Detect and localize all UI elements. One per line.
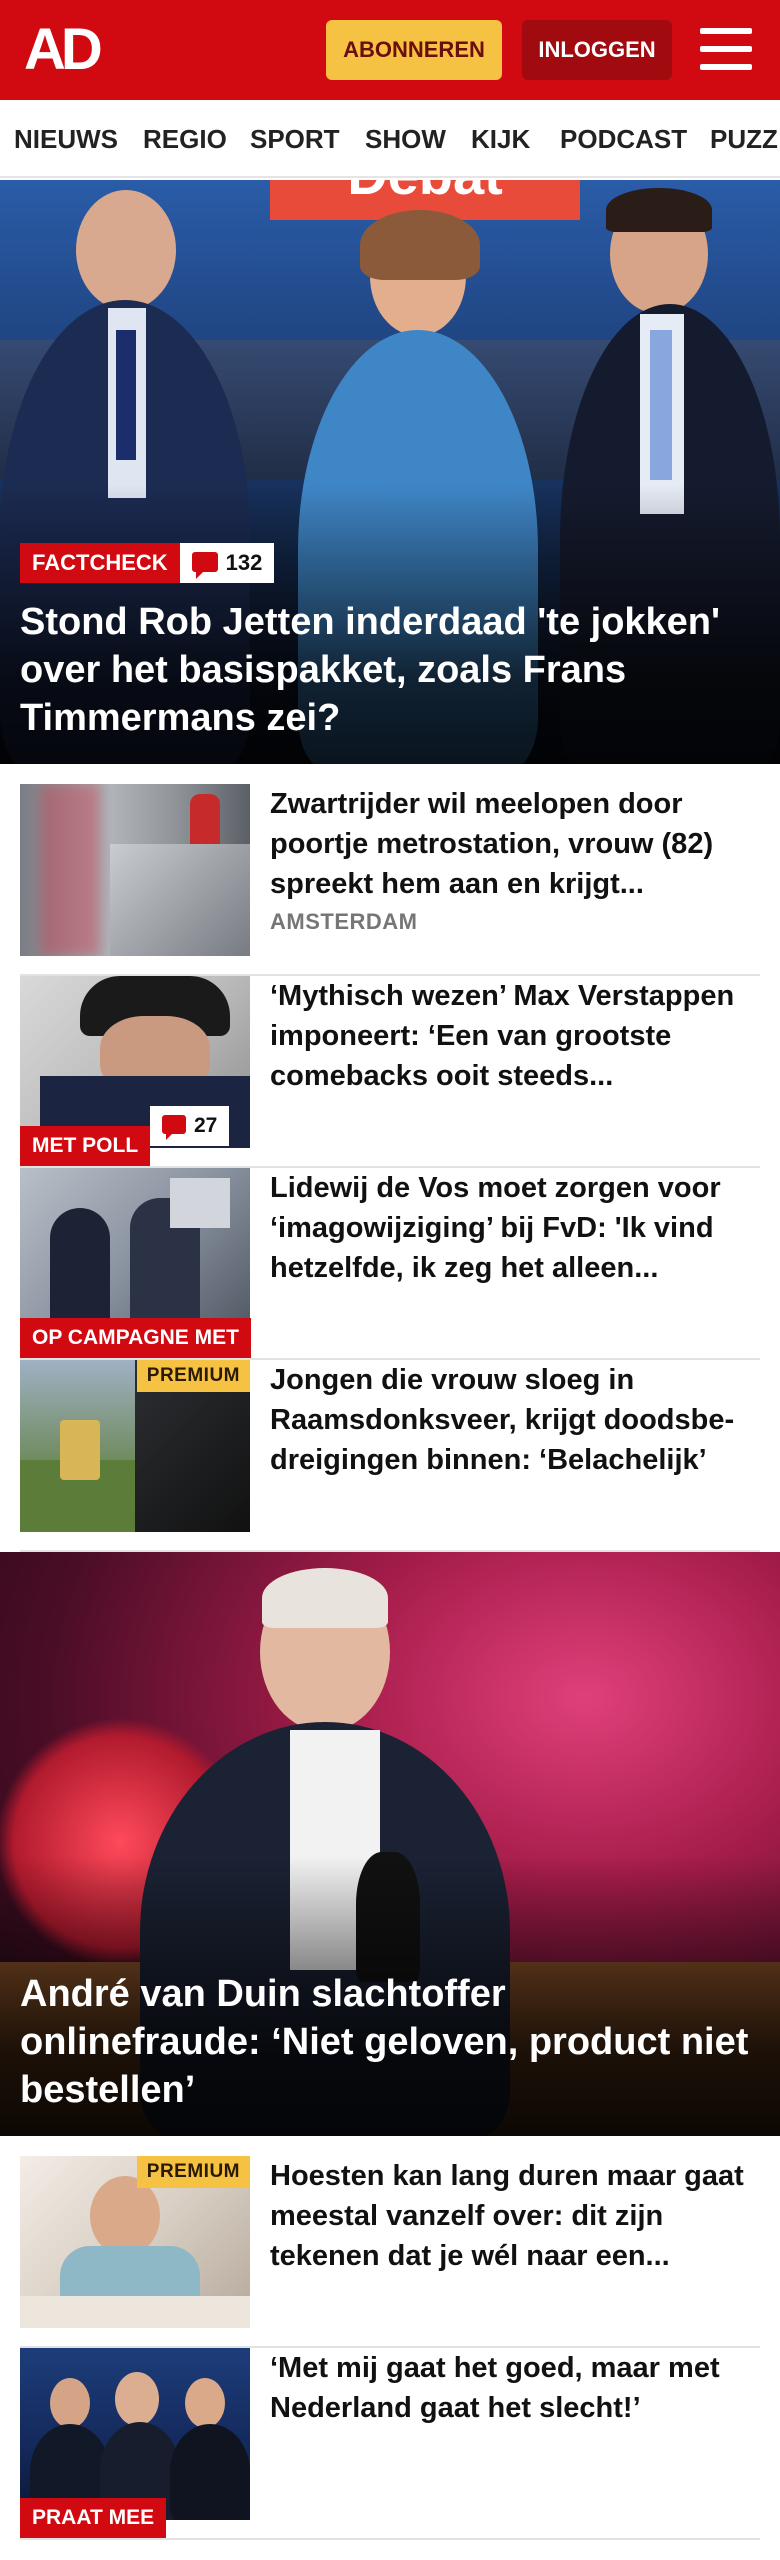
hamburger-menu-icon[interactable] xyxy=(700,26,752,72)
nav-item-sport[interactable]: SPORT xyxy=(250,100,340,176)
section-nav: NIEUWS REGIO SPORT SHOW KIJK PODCAST PUZ… xyxy=(0,100,780,178)
article-title[interactable]: Zwartrijder wil meelopen door poortje me… xyxy=(270,784,760,904)
login-button[interactable]: INLOGGEN xyxy=(522,20,672,80)
hero-article[interactable]: Debat FACTCHECK132 Stond Rob Jetten inde… xyxy=(0,180,780,764)
list-item[interactable]: PREMIUM Hoesten kan lang duren maar gaat… xyxy=(20,2156,760,2348)
discussion-tag: PRAAT MEE xyxy=(20,2498,167,2538)
list-item[interactable]: Zwartrijder wil meelopen door poortje me… xyxy=(20,784,760,976)
article-title[interactable]: Hoesten kan lang duren maar gaat meestal… xyxy=(270,2156,760,2276)
nav-item-podcast[interactable]: PODCAST xyxy=(560,100,687,176)
ad-logo[interactable]: AD xyxy=(24,21,103,79)
nav-item-puzzels[interactable]: PUZZ xyxy=(710,100,778,176)
article-thumbnail xyxy=(20,2348,250,2520)
hero-title[interactable]: André van Duin slachtoffer onlinefraude:… xyxy=(20,1970,756,2114)
top-bar: AD ABONNEREN INLOGGEN xyxy=(0,0,780,100)
list-item[interactable]: PREMIUM Jongen die vrouw sloeg in Raamsd… xyxy=(20,1360,760,1552)
comment-count-value: 27 xyxy=(194,1114,218,1137)
nav-item-kijk[interactable]: KIJK xyxy=(471,100,530,176)
hero-title[interactable]: Stond Rob Jetten inderdaad 'te jokken' o… xyxy=(20,598,756,742)
article-title[interactable]: ‘Mythisch wezen’ Max Verstappen imponeer… xyxy=(270,976,760,1096)
hero-tags: FACTCHECK 132 xyxy=(20,543,275,583)
poll-tag: MET POLL xyxy=(20,1126,151,1166)
subscribe-button[interactable]: ABONNEREN xyxy=(326,20,502,80)
article-title[interactable]: ‘Met mij gaat het goed, maar met Nederla… xyxy=(270,2348,760,2428)
comment-count-value: 132 xyxy=(225,550,263,575)
nav-item-nieuws[interactable]: NIEUWS xyxy=(14,100,118,176)
article-thumbnail xyxy=(20,1168,250,1340)
list-item[interactable]: PRAAT MEE ‘Met mij gaat het goed, maar m… xyxy=(20,2348,760,2540)
article-title[interactable]: Lidewij de Vos moet zorgen voor ‘imagowi… xyxy=(270,1168,760,1288)
nav-item-show[interactable]: SHOW xyxy=(365,100,446,176)
hero-article[interactable]: André van Duin slachtoffer onlinefraude:… xyxy=(0,1552,780,2136)
comment-count[interactable]: 27 xyxy=(150,1106,230,1146)
premium-badge: PREMIUM xyxy=(136,2156,250,2188)
nav-item-regio[interactable]: REGIO xyxy=(143,100,227,176)
comment-count[interactable]: 132 xyxy=(179,543,275,583)
list-item[interactable]: MET POLL 27 ‘Mythisch wezen’ Max Verstap… xyxy=(20,976,760,1168)
article-location: AMSTERDAM xyxy=(270,909,418,934)
factcheck-tag: FACTCHECK xyxy=(20,543,180,583)
article-thumbnail xyxy=(20,784,250,956)
premium-badge: PREMIUM xyxy=(136,1360,250,1392)
comment-icon xyxy=(191,552,218,580)
article-title[interactable]: Jongen die vrouw sloeg in Raamsdonksveer… xyxy=(270,1360,760,1480)
comment-icon xyxy=(162,1114,186,1140)
campaign-tag: OP CAMPAGNE MET xyxy=(20,1318,251,1358)
list-item[interactable]: OP CAMPAGNE MET Lidewij de Vos moet zorg… xyxy=(20,1168,760,1360)
